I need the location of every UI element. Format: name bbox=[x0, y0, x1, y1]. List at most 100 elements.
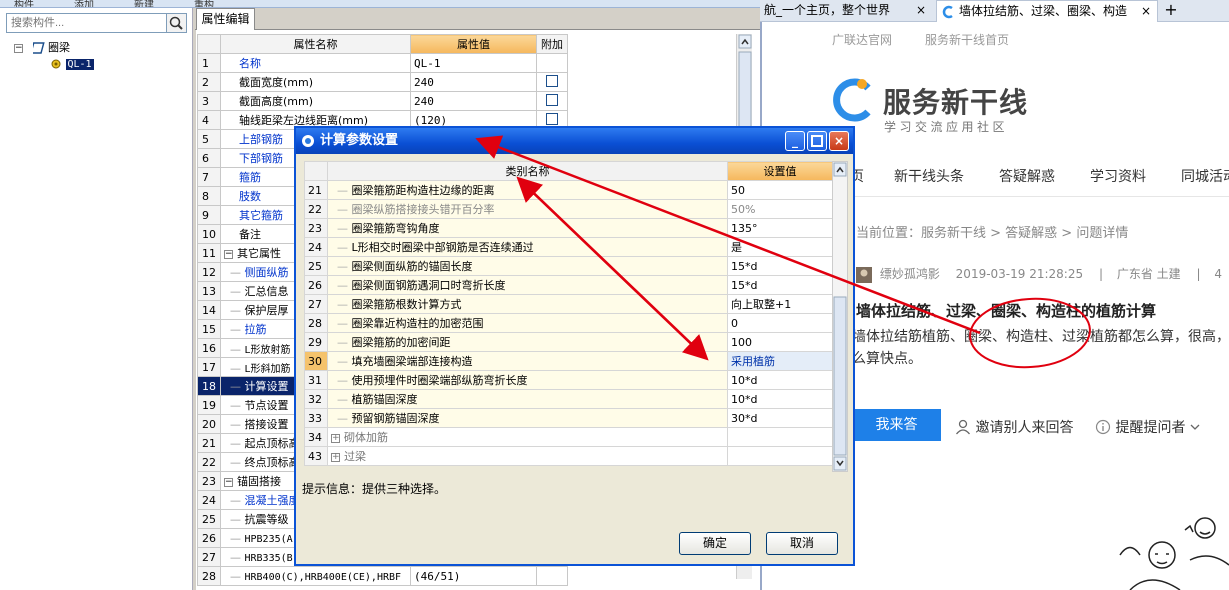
tree-node-ql1[interactable]: QL-1 bbox=[36, 56, 94, 72]
row-number: 22 bbox=[304, 199, 328, 219]
collapse-icon[interactable]: − bbox=[224, 249, 233, 259]
header-category[interactable]: 类别名称 bbox=[327, 161, 728, 181]
browser-tab-2[interactable]: 墙体拉结筋、过梁、圈梁、构造 × bbox=[936, 0, 1158, 22]
setting-value[interactable]: 采用植筋 bbox=[727, 351, 833, 371]
component-panel bbox=[0, 8, 193, 590]
property-row[interactable]: 3 截面高度(mm) 240 bbox=[197, 91, 568, 111]
setting-row[interactable]: 30— 填充墙圈梁端部连接构造 采用植筋 bbox=[304, 351, 833, 371]
toolbar-item[interactable]: 构件 bbox=[14, 0, 34, 7]
nav-item-qa[interactable]: 答疑解惑 bbox=[999, 166, 1055, 186]
setting-name: — L形相交时圈梁中部钢筋是否连续通过 bbox=[327, 237, 728, 257]
new-tab-button[interactable]: + bbox=[1162, 0, 1180, 22]
remind-button[interactable]: 提醒提问者 bbox=[1095, 417, 1200, 437]
close-icon[interactable]: × bbox=[1141, 1, 1151, 21]
setting-value[interactable]: 135° bbox=[727, 218, 833, 238]
setting-row[interactable]: 27— 圈梁箍筋根数计算方式 向上取整+1 bbox=[304, 294, 833, 314]
setting-row[interactable]: 31— 使用预埋件时圈梁端部纵筋弯折长度 10*d bbox=[304, 370, 833, 390]
property-value[interactable]: 240 bbox=[410, 91, 537, 111]
extra-cell[interactable] bbox=[536, 91, 568, 111]
setting-row[interactable]: 43 + 过梁 bbox=[304, 446, 833, 466]
toolbar-item[interactable]: 重构 bbox=[194, 0, 214, 7]
setting-value[interactable] bbox=[727, 446, 833, 466]
setting-value[interactable]: 10*d bbox=[727, 370, 833, 390]
dialog-titlebar[interactable]: 计算参数设置 bbox=[296, 128, 853, 154]
setting-value[interactable] bbox=[727, 427, 833, 447]
toolbar-item[interactable]: 添加 bbox=[74, 0, 94, 7]
splitter[interactable] bbox=[193, 8, 196, 590]
row-number: 26 bbox=[304, 275, 328, 295]
nav-item-events[interactable]: 同城活动 bbox=[1181, 166, 1229, 186]
info-icon bbox=[1095, 419, 1111, 435]
property-value[interactable]: (46/51) bbox=[410, 566, 537, 586]
header-extra[interactable]: 附加 bbox=[536, 34, 568, 54]
attach-checkbox[interactable] bbox=[546, 112, 558, 125]
property-row[interactable]: 1 名称 QL-1 bbox=[197, 53, 568, 73]
row-number: 43 bbox=[304, 446, 328, 466]
setting-row[interactable]: 28— 圈梁靠近构造柱的加密范围 0 bbox=[304, 313, 833, 333]
property-row[interactable]: 28— HRB400(C),HRB400E(CE),HRBF (46/51) bbox=[197, 566, 568, 586]
close-button[interactable]: × bbox=[829, 131, 849, 151]
setting-value[interactable]: 30*d bbox=[727, 408, 833, 428]
header-setting-value[interactable]: 设置值 bbox=[727, 161, 833, 181]
setting-value[interactable]: 15*d bbox=[727, 256, 833, 276]
setting-value[interactable]: 是 bbox=[727, 237, 833, 257]
setting-row[interactable]: 29— 圈梁箍筋的加密间距 100 bbox=[304, 332, 833, 352]
property-value[interactable]: QL-1 bbox=[410, 53, 537, 73]
setting-value[interactable]: 50 bbox=[727, 180, 833, 200]
author-name[interactable]: 缥妙孤鸿影 bbox=[880, 267, 940, 281]
minimize-button[interactable]: _ bbox=[785, 131, 805, 151]
setting-row[interactable]: 26— 圈梁侧面钢筋遇洞口时弯折长度 15*d bbox=[304, 275, 833, 295]
row-number: 25 bbox=[304, 256, 328, 276]
tree-node-root[interactable]: − 圈梁 bbox=[14, 40, 70, 56]
tab-property-edit[interactable]: 属性编辑 bbox=[196, 8, 255, 30]
extra-cell bbox=[536, 566, 568, 586]
cancel-button[interactable]: 取消 bbox=[766, 532, 838, 555]
browser-tab-1[interactable]: 航_一个主页，整个世界 × bbox=[762, 0, 930, 22]
setting-row[interactable]: 22— 圈梁纵筋搭接接头错开百分率 50% bbox=[304, 199, 833, 219]
close-icon[interactable]: × bbox=[916, 0, 926, 20]
maximize-button[interactable] bbox=[807, 131, 827, 151]
setting-value[interactable]: 50% bbox=[727, 199, 833, 219]
link-home[interactable]: 服务新干线首页 bbox=[925, 31, 1009, 48]
property-row[interactable]: 2 截面宽度(mm) 240 bbox=[197, 72, 568, 92]
toolbar-item[interactable]: 新建 bbox=[134, 0, 154, 7]
setting-row[interactable]: 32— 植筋锚固深度 10*d bbox=[304, 389, 833, 409]
expand-icon[interactable]: + bbox=[331, 433, 340, 443]
nav-item-materials[interactable]: 学习资料 bbox=[1090, 166, 1146, 186]
link-guangliand[interactable]: 广联达官网 bbox=[832, 31, 892, 48]
property-value[interactable]: 240 bbox=[410, 72, 537, 92]
setting-value[interactable]: 10*d bbox=[727, 389, 833, 409]
collapse-icon[interactable]: − bbox=[224, 477, 233, 487]
attach-checkbox[interactable] bbox=[546, 74, 558, 87]
setting-value[interactable]: 15*d bbox=[727, 275, 833, 295]
row-number: 4 bbox=[197, 110, 221, 130]
answer-button[interactable]: 我来答 bbox=[852, 409, 941, 441]
property-name-text: HRB335(B) bbox=[244, 552, 299, 564]
invite-button[interactable]: 邀请别人来回答 bbox=[955, 417, 1073, 437]
extra-cell[interactable] bbox=[536, 72, 568, 92]
tree-line: — bbox=[337, 336, 352, 349]
search-button[interactable] bbox=[166, 13, 187, 33]
header-prop-value[interactable]: 属性值 bbox=[410, 34, 537, 54]
setting-row[interactable]: 23— 圈梁箍筋弯钩角度 135° bbox=[304, 218, 833, 238]
dialog-scrollbar[interactable] bbox=[832, 161, 848, 472]
ok-button[interactable]: 确定 bbox=[679, 532, 751, 555]
expand-icon[interactable]: + bbox=[331, 452, 340, 462]
row-number: 33 bbox=[304, 408, 328, 428]
attach-checkbox[interactable] bbox=[546, 93, 558, 106]
setting-value[interactable]: 向上取整+1 bbox=[727, 294, 833, 314]
setting-row[interactable]: 25— 圈梁侧面纵筋的锚固长度 15*d bbox=[304, 256, 833, 276]
collapse-icon[interactable]: − bbox=[14, 43, 23, 53]
header-prop-name[interactable]: 属性名称 bbox=[220, 34, 411, 54]
setting-value[interactable]: 0 bbox=[727, 313, 833, 333]
avatar[interactable] bbox=[856, 266, 872, 283]
setting-row[interactable]: 33— 预留钢筋锚固深度 30*d bbox=[304, 408, 833, 428]
row-number: 27 bbox=[304, 294, 328, 314]
setting-row[interactable]: 24— L形相交时圈梁中部钢筋是否连续通过是 bbox=[304, 237, 833, 257]
setting-row[interactable]: 21— 圈梁箍筋距构造柱边缘的距离 50 bbox=[304, 180, 833, 200]
tree-line: — bbox=[230, 437, 245, 450]
search-input[interactable] bbox=[6, 13, 167, 33]
nav-item-headlines[interactable]: 新干线头条 bbox=[894, 166, 964, 186]
setting-value[interactable]: 100 bbox=[727, 332, 833, 352]
setting-row[interactable]: 34 + 砌体加筋 bbox=[304, 427, 833, 447]
